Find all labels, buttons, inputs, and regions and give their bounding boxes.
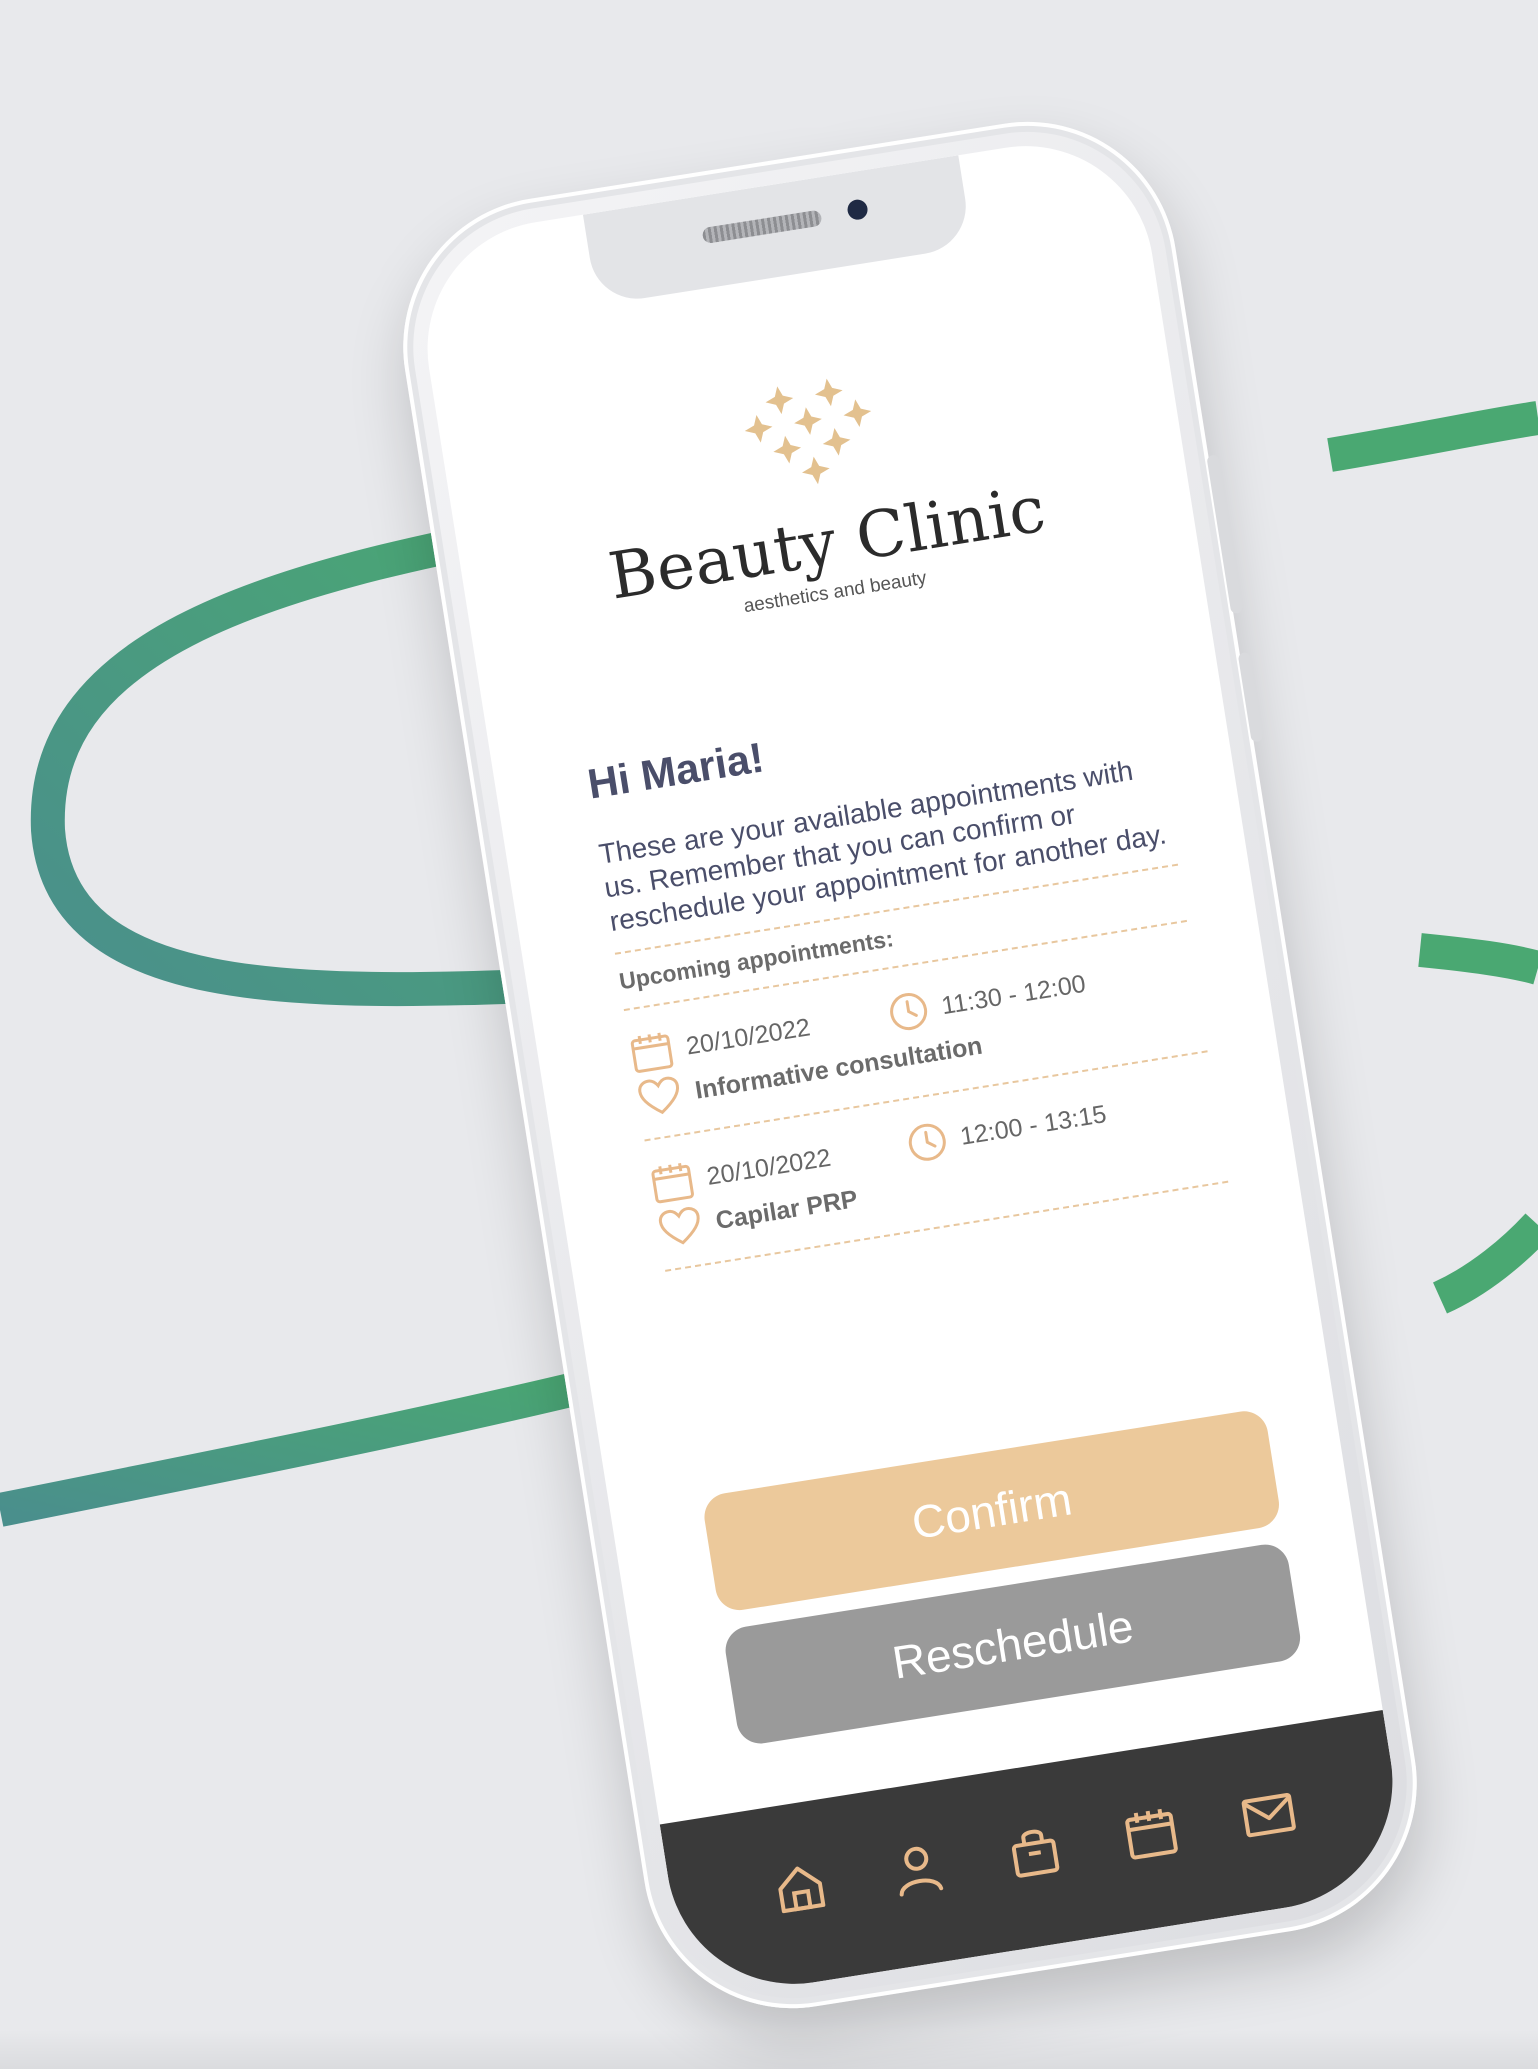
appointment-date: 20/10/2022 <box>704 1143 833 1191</box>
floor-shadow <box>0 2029 1538 2069</box>
brand-logo: Beauty Clinic aesthetics and beauty <box>439 315 1199 661</box>
tab-profile[interactable] <box>881 1833 954 1906</box>
heart-icon <box>658 1207 700 1245</box>
heart-icon <box>638 1076 680 1115</box>
calendar-icon <box>651 1163 694 1204</box>
clock-icon <box>889 993 927 1031</box>
tab-messages[interactable] <box>1232 1778 1305 1851</box>
appointments-content: Hi Maria! These are your available appoi… <box>584 672 1230 1286</box>
clock-icon <box>908 1123 946 1161</box>
calendar-icon <box>1125 1808 1179 1860</box>
calendar-icon <box>630 1032 674 1073</box>
tab-home[interactable] <box>764 1852 837 1925</box>
front-camera <box>846 198 869 222</box>
appointment-date: 20/10/2022 <box>684 1012 813 1061</box>
profile-icon <box>899 1846 943 1897</box>
home-icon <box>778 1866 826 1914</box>
sparkle-heart-icon <box>744 378 872 485</box>
tab-shop[interactable] <box>998 1815 1071 1888</box>
mail-icon <box>1241 1793 1296 1838</box>
shop-bag-icon <box>1011 1829 1060 1878</box>
tab-calendar[interactable] <box>1115 1796 1188 1869</box>
speaker-grille <box>701 209 823 245</box>
